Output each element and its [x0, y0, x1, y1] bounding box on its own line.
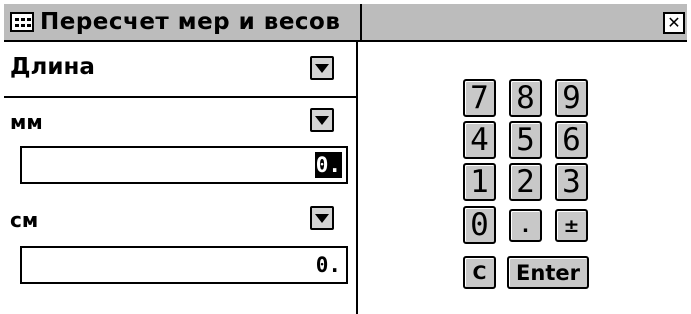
unit-1-dropdown-button[interactable]	[310, 108, 334, 132]
unit-label-2: см	[10, 208, 39, 232]
enter-button[interactable]: Enter	[507, 256, 589, 289]
close-button[interactable]: ✕	[663, 12, 685, 34]
app-window-icon	[10, 12, 34, 32]
key-3[interactable]: 3	[555, 163, 588, 201]
divider	[4, 96, 356, 98]
unit-1-value-field[interactable]: 0.	[20, 146, 348, 184]
key-2[interactable]: 2	[509, 163, 542, 201]
key-1[interactable]: 1	[463, 163, 496, 201]
window-title: Пересчет мер и весов	[40, 9, 341, 35]
chevron-down-icon	[315, 213, 329, 223]
key-0[interactable]: 0	[463, 206, 496, 244]
key-7[interactable]: 7	[463, 79, 496, 117]
unit-2-value: 0.	[315, 253, 341, 277]
key-decimal-point[interactable]: .	[509, 209, 542, 242]
key-plus-minus[interactable]: ±	[555, 209, 588, 242]
key-8[interactable]: 8	[509, 79, 542, 117]
chevron-down-icon	[315, 115, 329, 125]
clear-button[interactable]: C	[463, 256, 496, 289]
key-4[interactable]: 4	[463, 121, 496, 159]
chevron-down-icon	[315, 63, 329, 73]
key-6[interactable]: 6	[555, 121, 588, 159]
title-divider	[360, 4, 362, 40]
category-dropdown-button[interactable]	[310, 56, 334, 80]
unit-1-value: 0.	[314, 152, 342, 178]
title-bar: Пересчет мер и весов ✕	[4, 4, 687, 42]
unit-2-value-field[interactable]: 0.	[20, 246, 348, 284]
key-9[interactable]: 9	[555, 79, 588, 117]
key-5[interactable]: 5	[509, 121, 542, 159]
conversion-panel: Длина мм 0. см 0.	[4, 42, 358, 314]
category-label: Длина	[10, 54, 95, 80]
unit-label-1: мм	[10, 110, 43, 134]
unit-2-dropdown-button[interactable]	[310, 206, 334, 230]
